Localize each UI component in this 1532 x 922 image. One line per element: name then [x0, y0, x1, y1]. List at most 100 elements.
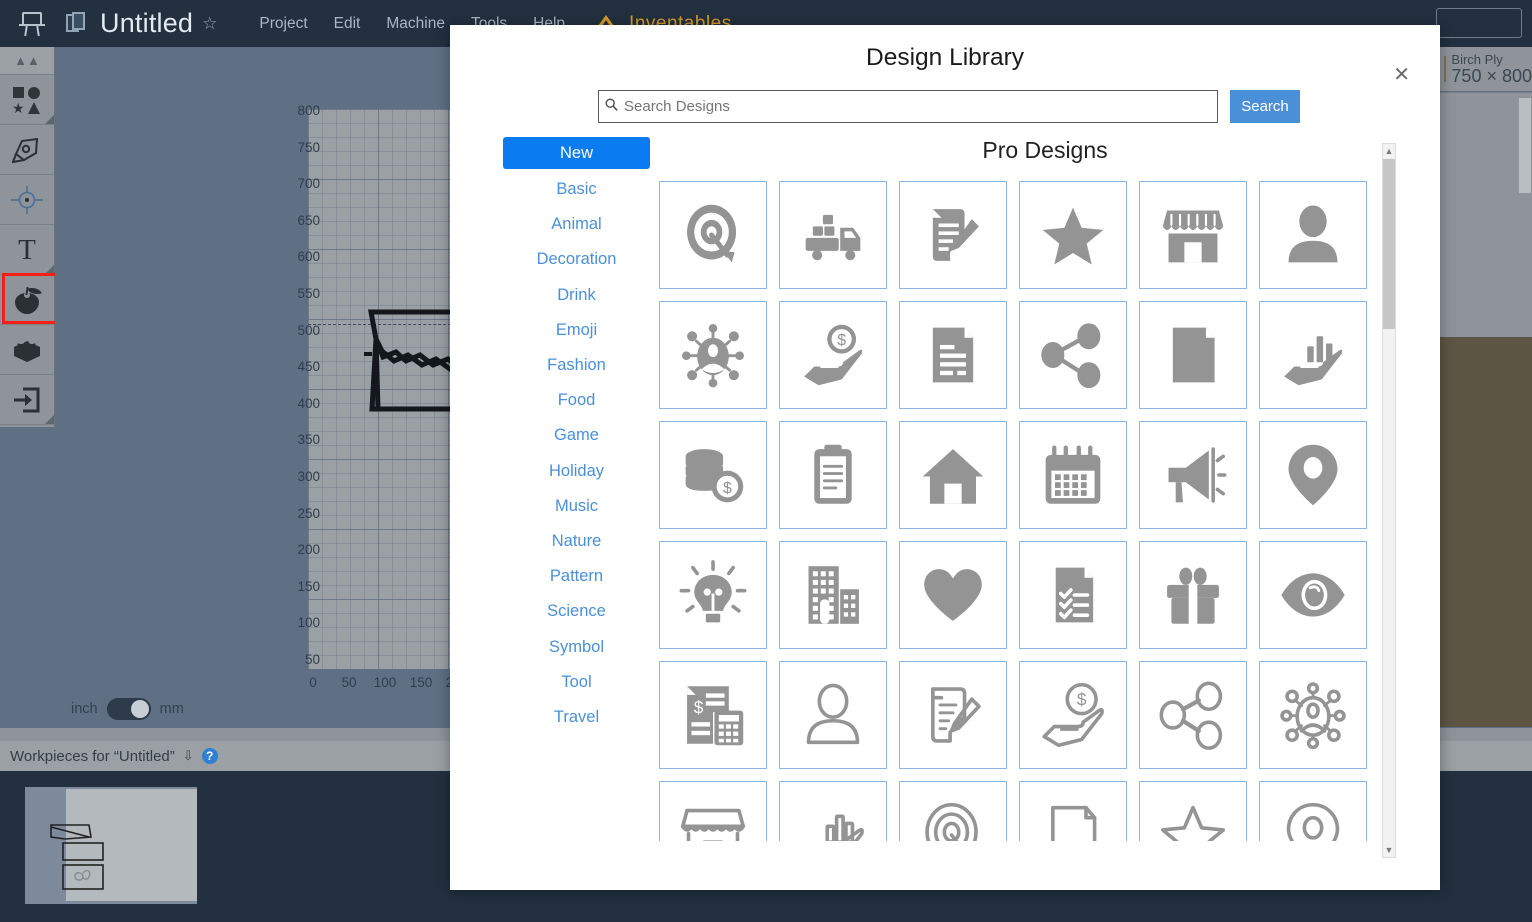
sidebar-item-design-library-tool[interactable]: [0, 275, 54, 325]
category-tool[interactable]: Tool: [503, 665, 650, 700]
design-tile[interactable]: [1019, 421, 1127, 529]
scrollbar-thumb[interactable]: [1383, 159, 1395, 329]
design-tile[interactable]: [1259, 181, 1367, 289]
design-tile[interactable]: [899, 421, 1007, 529]
menu-item-project[interactable]: Project: [259, 15, 307, 33]
sidebar-item-3d-block-tool[interactable]: [0, 325, 54, 375]
category-food[interactable]: Food: [503, 383, 650, 418]
design-tile[interactable]: [1259, 421, 1367, 529]
category-fashion[interactable]: Fashion: [503, 348, 650, 383]
category-drink[interactable]: Drink: [503, 278, 650, 313]
star-outline-icon[interactable]: ☆: [202, 14, 217, 34]
chevron-double-down-icon[interactable]: ⇩: [183, 748, 194, 764]
design-tile[interactable]: [779, 661, 887, 769]
material-header[interactable]: Birch Ply 750 × 800: [1440, 47, 1532, 91]
y-tick: 750: [297, 139, 320, 155]
y-tick: 350: [297, 432, 320, 448]
sidebar-item-shapes-tool[interactable]: ★: [0, 75, 54, 125]
units-toggle[interactable]: [106, 698, 151, 720]
category-basic[interactable]: Basic: [503, 172, 650, 207]
category-emoji[interactable]: Emoji: [503, 313, 650, 348]
sidebar-item-reference-point-tool[interactable]: [0, 175, 54, 225]
design-tile[interactable]: [1019, 781, 1127, 841]
design-tile[interactable]: [899, 301, 1007, 409]
design-tile[interactable]: [659, 181, 767, 289]
workpiece-thumbnail[interactable]: [25, 787, 197, 904]
design-tile[interactable]: [1259, 781, 1367, 841]
easel-home-icon[interactable]: [14, 9, 50, 39]
document-copies-icon[interactable]: [66, 11, 88, 36]
category-travel[interactable]: Travel: [503, 700, 650, 735]
calendar-icon: [1037, 439, 1109, 511]
material-scrollbar[interactable]: [1519, 98, 1531, 193]
location-pin-icon: [1277, 799, 1349, 841]
topbar-button[interactable]: [1436, 8, 1522, 38]
y-tick: 800: [297, 103, 320, 118]
design-tile[interactable]: [1139, 661, 1247, 769]
search-box[interactable]: [598, 90, 1218, 123]
design-tile[interactable]: [1019, 541, 1127, 649]
design-tile[interactable]: [1019, 301, 1127, 409]
design-tile[interactable]: [1139, 181, 1247, 289]
design-tile[interactable]: [659, 781, 767, 841]
design-tile[interactable]: $: [779, 301, 887, 409]
x-tick: 0: [309, 675, 317, 690]
apple-icon: [12, 285, 42, 315]
design-tile[interactable]: $: [1019, 661, 1127, 769]
category-symbol[interactable]: Symbol: [503, 629, 650, 664]
sidebar-item-text-tool[interactable]: T: [0, 225, 54, 275]
category-game[interactable]: Game: [503, 418, 650, 453]
category-nature[interactable]: Nature: [503, 524, 650, 559]
designs-scrollbar[interactable]: ▲ ▼: [1382, 143, 1396, 858]
design-tile[interactable]: [899, 541, 1007, 649]
question-mark-icon[interactable]: ?: [201, 748, 218, 764]
storefront-icon: [1157, 199, 1229, 271]
design-tile[interactable]: [899, 781, 1007, 841]
share-nodes-icon: [1157, 679, 1229, 751]
category-decoration[interactable]: Decoration: [503, 242, 650, 277]
design-tile[interactable]: $: [659, 421, 767, 529]
design-grid: $ $ $ $: [650, 181, 1390, 841]
sidebar-item-import-tool[interactable]: [0, 375, 54, 425]
category-animal[interactable]: Animal: [503, 207, 650, 242]
category-music[interactable]: Music: [503, 489, 650, 524]
chevron-up-icon[interactable]: ▲▲: [0, 47, 54, 75]
design-tile[interactable]: [1139, 421, 1247, 529]
document-title[interactable]: Untitled: [100, 8, 193, 39]
search-input[interactable]: [624, 91, 1209, 122]
storefront-icon: [677, 799, 749, 841]
design-tile[interactable]: [1019, 181, 1127, 289]
design-tile[interactable]: [659, 301, 767, 409]
chevron-up-icon[interactable]: ▲: [1383, 144, 1395, 158]
design-tile[interactable]: [1259, 301, 1367, 409]
unit-label-inch: inch: [71, 701, 98, 717]
design-tile[interactable]: [899, 181, 1007, 289]
design-tile[interactable]: [1139, 301, 1247, 409]
design-tile[interactable]: [779, 421, 887, 529]
search-button[interactable]: Search: [1230, 90, 1300, 123]
design-tile[interactable]: [1259, 541, 1367, 649]
design-tile[interactable]: [779, 781, 887, 841]
invoice-calculator-icon: $: [677, 679, 749, 751]
category-pattern[interactable]: Pattern: [503, 559, 650, 594]
modal-title: Design Library: [866, 44, 1024, 71]
design-tile[interactable]: [659, 541, 767, 649]
chevron-down-icon[interactable]: ▼: [1383, 843, 1395, 857]
design-tile[interactable]: [899, 661, 1007, 769]
menu-item-edit[interactable]: Edit: [334, 15, 361, 33]
category-new[interactable]: New: [503, 137, 650, 169]
design-tile[interactable]: [779, 541, 887, 649]
menu-item-machine[interactable]: Machine: [386, 15, 445, 33]
design-tile[interactable]: [1259, 661, 1367, 769]
svg-text:$: $: [694, 698, 704, 718]
design-tile[interactable]: $: [659, 661, 767, 769]
design-tile[interactable]: [1139, 541, 1247, 649]
material-preview-wood: [1440, 337, 1532, 910]
document-lines-icon: [917, 319, 989, 391]
sidebar-item-pen-tool[interactable]: [0, 125, 54, 175]
category-science[interactable]: Science: [503, 594, 650, 629]
design-tile[interactable]: [1139, 781, 1247, 841]
close-x-icon[interactable]: ✕: [1393, 65, 1410, 85]
design-tile[interactable]: [779, 181, 887, 289]
category-holiday[interactable]: Holiday: [503, 454, 650, 489]
